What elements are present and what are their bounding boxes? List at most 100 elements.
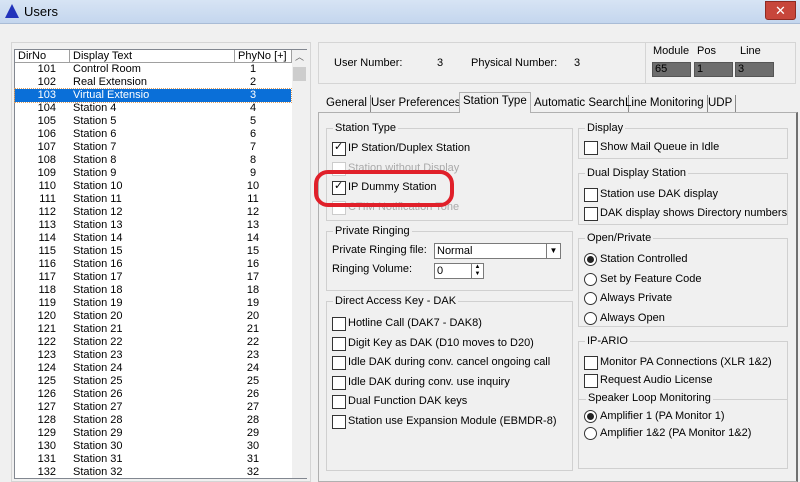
table-row[interactable]: 104 Station 4 4 bbox=[15, 102, 291, 115]
request-audio-license-checkbox[interactable]: Request Audio License bbox=[584, 373, 713, 388]
table-row[interactable]: 129 Station 29 29 bbox=[15, 427, 291, 440]
scroll-up-icon[interactable]: ︿ bbox=[292, 50, 307, 65]
dak-checkbox[interactable]: Digit Key as DAK (D10 moves to D20) bbox=[332, 336, 534, 351]
tab-automatic-search[interactable]: Automatic Search bbox=[531, 95, 629, 113]
table-row[interactable]: 109 Station 9 9 bbox=[15, 167, 291, 180]
table-row[interactable]: 115 Station 15 15 bbox=[15, 245, 291, 258]
open-private-radio[interactable]: Set by Feature Code bbox=[584, 272, 702, 287]
table-cell: 105 bbox=[37, 115, 56, 127]
dak-checkbox[interactable]: Station use Expansion Module (EBMDR-8) bbox=[332, 414, 556, 429]
table-cell: 14 bbox=[246, 232, 260, 244]
table-row[interactable]: 116 Station 16 16 bbox=[15, 258, 291, 271]
tab-station-type[interactable]: Station Type bbox=[459, 92, 531, 113]
table-row[interactable]: 118 Station 18 18 bbox=[15, 284, 291, 297]
table-row[interactable]: 107 Station 7 7 bbox=[15, 141, 291, 154]
table-cell: 22 bbox=[246, 336, 260, 348]
table-cell: 110 bbox=[38, 180, 56, 192]
table-cell: 112 bbox=[38, 206, 56, 218]
table-cell: Station 6 bbox=[73, 128, 117, 140]
users-list[interactable]: DirNo Display Text PhyNo [+] 101 Control … bbox=[14, 49, 307, 479]
table-cell: Station 29 bbox=[73, 427, 123, 439]
tab-line-monitoring[interactable]: Line Monitoring bbox=[622, 95, 708, 113]
column-header-display-text[interactable]: Display Text bbox=[70, 50, 235, 63]
select-value: Normal bbox=[437, 245, 473, 257]
column-header-phyno[interactable]: PhyNo [+] bbox=[235, 50, 292, 63]
open-private-radio[interactable]: Always Private bbox=[584, 291, 672, 306]
table-cell: 23 bbox=[246, 349, 260, 361]
table-row[interactable]: 119 Station 19 19 bbox=[15, 297, 291, 310]
spinner-arrows-icon[interactable]: ▲ ▼ bbox=[471, 264, 483, 278]
dak-checkbox[interactable]: Idle DAK during conv. cancel ongoing cal… bbox=[332, 355, 550, 370]
tab-udp[interactable]: UDP bbox=[705, 95, 737, 113]
table-row[interactable]: 131 Station 31 31 bbox=[15, 453, 291, 466]
table-cell: 124 bbox=[37, 362, 56, 374]
table-row[interactable]: 101 Control Room 1 bbox=[15, 63, 291, 76]
table-row[interactable]: 110 Station 10 10 bbox=[15, 180, 291, 193]
table-cell: Real Extension bbox=[73, 76, 147, 88]
table-cell: 111 bbox=[39, 193, 56, 205]
table-cell: Virtual Extensio bbox=[73, 89, 150, 101]
tab-general[interactable]: General bbox=[323, 95, 371, 113]
monitor-pa-checkbox[interactable]: Monitor PA Connections (XLR 1&2) bbox=[584, 355, 772, 370]
table-cell: 6 bbox=[249, 128, 257, 140]
table-row[interactable]: 112 Station 12 12 bbox=[15, 206, 291, 219]
info-box: User Number: 3 Physical Number: 3 Module… bbox=[318, 42, 796, 84]
table-cell: Station 8 bbox=[73, 154, 117, 166]
table-row[interactable]: 111 Station 11 11 bbox=[15, 193, 291, 206]
table-cell: Control Room bbox=[73, 63, 141, 75]
column-header-dirno[interactable]: DirNo bbox=[15, 50, 70, 63]
close-button[interactable]: ✕ bbox=[765, 1, 796, 20]
dak-display-directory-checkbox[interactable]: DAK display shows Directory numbers bbox=[584, 206, 787, 221]
table-cell: Station 17 bbox=[73, 271, 123, 283]
ip-station-checkbox[interactable]: IP Station/Duplex Station bbox=[332, 140, 470, 156]
table-row[interactable]: 127 Station 27 27 bbox=[15, 401, 291, 414]
table-cell: 101 bbox=[37, 63, 56, 75]
table-row[interactable]: 108 Station 8 8 bbox=[15, 154, 291, 167]
table-cell: Station 9 bbox=[73, 167, 117, 179]
station-use-dak-display-checkbox[interactable]: Station use DAK display bbox=[584, 187, 718, 202]
table-row[interactable]: 102 Real Extension 2 bbox=[15, 76, 291, 89]
table-row[interactable]: 106 Station 6 6 bbox=[15, 128, 291, 141]
amplifier-1-radio[interactable]: Amplifier 1 (PA Monitor 1) bbox=[584, 409, 725, 424]
table-row[interactable]: 117 Station 17 17 bbox=[15, 271, 291, 284]
vertical-scrollbar[interactable] bbox=[292, 50, 307, 478]
dak-checkbox[interactable]: Dual Function DAK keys bbox=[332, 394, 467, 409]
speaker-loop-label: Speaker Loop Monitoring bbox=[586, 392, 713, 404]
table-row[interactable]: 123 Station 23 23 bbox=[15, 349, 291, 362]
table-row[interactable]: 126 Station 26 26 bbox=[15, 388, 291, 401]
amplifier-1-2-radio[interactable]: Amplifier 1&2 (PA Monitor 1&2) bbox=[584, 426, 751, 441]
dak-checkbox[interactable]: Idle DAK during conv. use inquiry bbox=[332, 375, 510, 390]
table-row[interactable]: 121 Station 21 21 bbox=[15, 323, 291, 336]
table-cell: 27 bbox=[246, 401, 260, 413]
scrollbar-thumb[interactable] bbox=[293, 67, 306, 81]
group-label: Open/Private bbox=[585, 232, 654, 244]
table-row[interactable]: 130 Station 30 30 bbox=[15, 440, 291, 453]
dual-display-group: Dual Display Station Station use DAK dis… bbox=[578, 167, 788, 225]
table-row[interactable]: 103 Virtual Extensio 3 bbox=[14, 88, 292, 103]
table-row[interactable]: 128 Station 28 28 bbox=[15, 414, 291, 427]
table-cell: Station 23 bbox=[73, 349, 123, 361]
ringing-volume-spinner[interactable]: 0 ▲ ▼ bbox=[434, 263, 484, 279]
show-mail-queue-checkbox[interactable]: Show Mail Queue in Idle bbox=[584, 140, 719, 155]
open-private-radio[interactable]: Station Controlled bbox=[584, 252, 687, 267]
dak-checkbox[interactable]: Hotline Call (DAK7 - DAK8) bbox=[332, 316, 482, 331]
table-row[interactable]: 105 Station 5 5 bbox=[15, 115, 291, 128]
table-cell: Station 13 bbox=[73, 219, 123, 231]
table-cell: Station 28 bbox=[73, 414, 123, 426]
table-cell: 115 bbox=[38, 245, 56, 257]
table-row[interactable]: 113 Station 13 13 bbox=[15, 219, 291, 232]
table-row[interactable]: 122 Station 22 22 bbox=[15, 336, 291, 349]
table-row[interactable]: 124 Station 24 24 bbox=[15, 362, 291, 375]
table-cell: 15 bbox=[246, 245, 260, 257]
table-row[interactable]: 114 Station 14 14 bbox=[15, 232, 291, 245]
table-cell: 122 bbox=[37, 336, 56, 348]
table-row[interactable]: 132 Station 32 32 bbox=[15, 466, 291, 479]
tab-user-preferences[interactable]: User Preferences bbox=[368, 95, 465, 113]
table-row[interactable]: 125 Station 25 25 bbox=[15, 375, 291, 388]
private-ringing-file-select[interactable]: Normal ▼ bbox=[434, 243, 561, 259]
dropdown-arrow-icon[interactable]: ▼ bbox=[546, 244, 560, 258]
table-row[interactable]: 120 Station 20 20 bbox=[15, 310, 291, 323]
table-cell: 132 bbox=[37, 466, 56, 478]
table-cell: Station 30 bbox=[73, 440, 123, 452]
open-private-radio[interactable]: Always Open bbox=[584, 311, 665, 326]
